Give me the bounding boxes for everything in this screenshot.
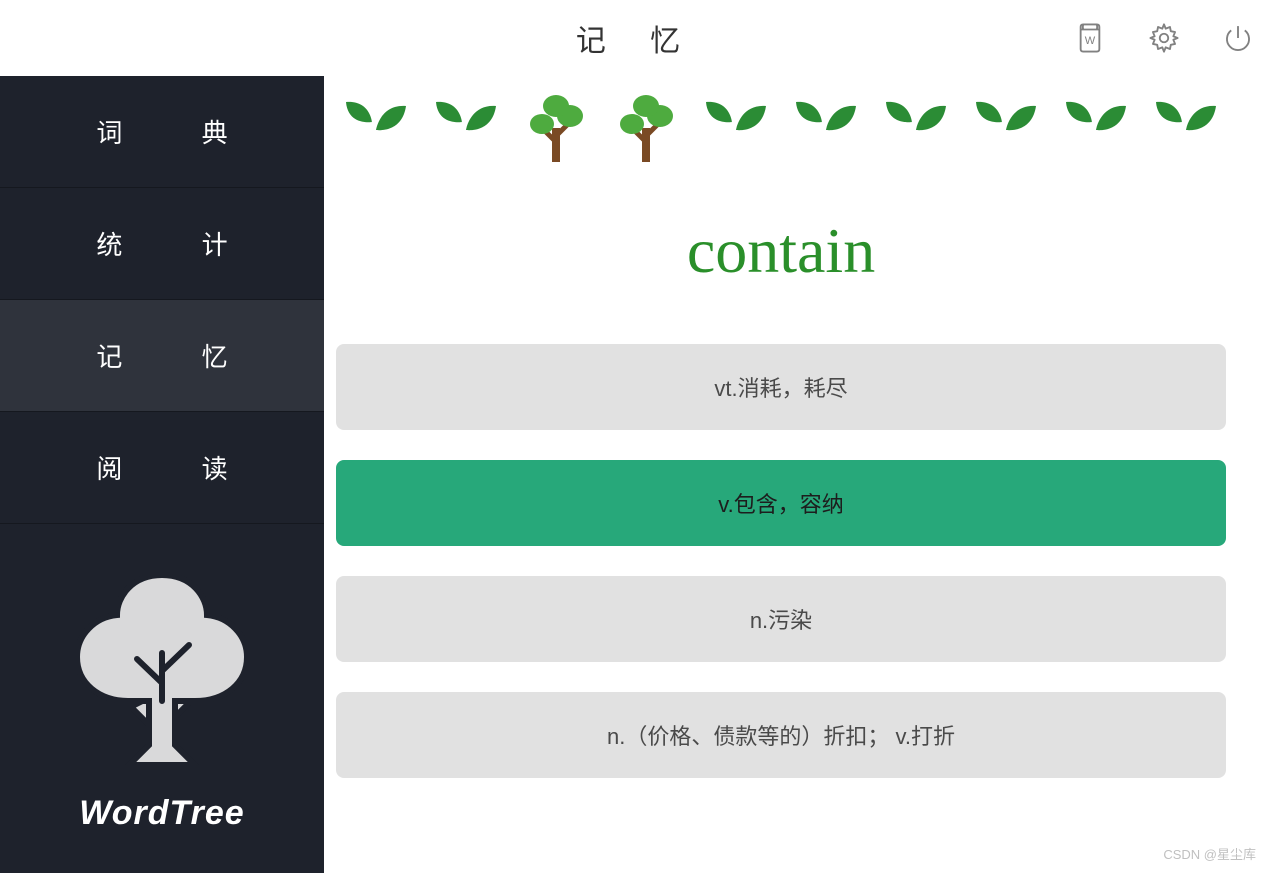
watermark: CSDN @星尘库 — [1163, 844, 1256, 863]
sidebar-item-memorize[interactable]: 记 忆 — [0, 300, 324, 412]
answer-option-3[interactable]: n.（价格、债款等的）折扣； v.打折 — [336, 692, 1226, 778]
answers-list: vt.消耗，耗尽 v.包含，容纳 n.污染 n.（价格、债款等的）折扣； v.打折 — [336, 344, 1226, 778]
power-icon[interactable] — [1218, 18, 1258, 58]
sidebar: 词 典 统 计 记 忆 阅 读 WordTree — [0, 76, 324, 873]
progress-sprout-icon — [786, 88, 866, 168]
progress-sprout-icon — [336, 88, 416, 168]
progress-tree-icon — [606, 88, 686, 168]
answer-option-0[interactable]: vt.消耗，耗尽 — [336, 344, 1226, 430]
sidebar-item-reading[interactable]: 阅 读 — [0, 412, 324, 524]
answer-option-1[interactable]: v.包含，容纳 — [336, 460, 1226, 546]
progress-sprout-icon — [1146, 88, 1226, 168]
app-header: 记 忆 W — [0, 0, 1274, 76]
page-title: 记 忆 — [576, 16, 698, 60]
progress-tree-icon — [516, 88, 596, 168]
progress-sprout-icon — [696, 88, 776, 168]
settings-icon[interactable] — [1144, 18, 1184, 58]
progress-indicator — [336, 88, 1226, 168]
answer-option-2[interactable]: n.污染 — [336, 576, 1226, 662]
progress-sprout-icon — [426, 88, 506, 168]
svg-text:W: W — [1085, 35, 1096, 47]
header-actions: W — [1070, 0, 1258, 76]
sidebar-nav: 词 典 统 计 记 忆 阅 读 — [0, 76, 324, 524]
progress-sprout-icon — [966, 88, 1046, 168]
progress-sprout-icon — [876, 88, 956, 168]
archive-icon[interactable]: W — [1070, 18, 1110, 58]
quiz-word: contain — [336, 214, 1226, 288]
brand: WordTree — [0, 524, 324, 873]
progress-sprout-icon — [1056, 88, 1136, 168]
tree-logo-icon — [77, 575, 247, 770]
brand-name: WordTree — [79, 794, 244, 833]
sidebar-item-statistics[interactable]: 统 计 — [0, 188, 324, 300]
sidebar-item-dictionary[interactable]: 词 典 — [0, 76, 324, 188]
main-content: contain vt.消耗，耗尽 v.包含，容纳 n.污染 n.（价格、债款等的）折扣… — [324, 76, 1274, 873]
